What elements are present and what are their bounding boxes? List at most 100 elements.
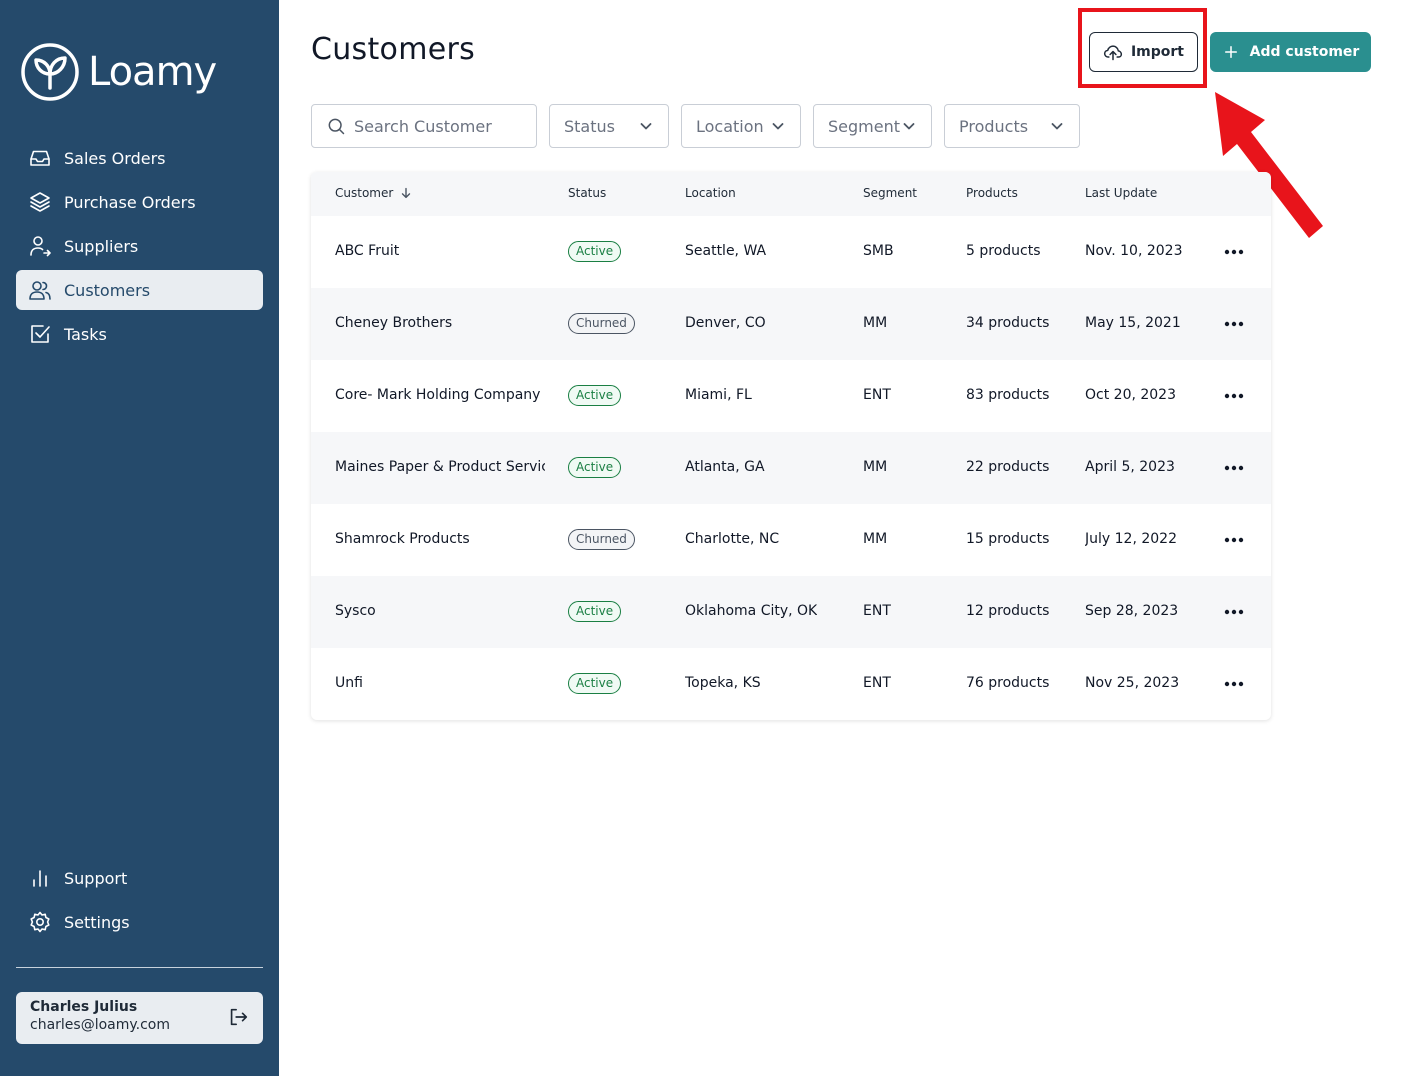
products-filter[interactable]: Products [944,104,1080,148]
table-row[interactable]: Maines Paper & Product Service Active Atla… [311,432,1271,504]
more-horizontal-icon [1224,393,1244,399]
logout-button[interactable] [227,1006,249,1028]
highlight-box [1078,8,1207,88]
table-row[interactable]: ABC Fruit Active Seattle, WA SMB 5 products N… [311,216,1271,288]
nav-label: Customers [64,280,151,300]
last-update-cell: Nov 25, 2023 [1085,675,1180,691]
location-filter-label: Location [696,116,764,136]
more-horizontal-icon [1224,321,1244,327]
logo[interactable]: Loamy [20,42,217,102]
last-update-cell: July 12, 2022 [1085,531,1177,547]
nav-label: Settings [64,912,130,932]
user-arrow-icon [28,234,52,258]
location-filter[interactable]: Location [681,104,801,148]
last-update-cell: Nov. 10, 2023 [1085,243,1183,259]
row-actions-button[interactable] [1222,240,1246,264]
customers-table: Customer Status Location Segment Product… [311,172,1271,720]
row-actions-button[interactable] [1222,312,1246,336]
products-cell: 83 products [966,387,1050,403]
status-filter[interactable]: Status [549,104,669,148]
row-actions-button[interactable] [1222,672,1246,696]
column-header-products[interactable]: Products [966,186,1018,200]
status-badge: Active [568,601,622,622]
status-badge: Churned [568,313,635,334]
column-header-last-update[interactable]: Last Update [1085,186,1157,200]
nav-item-support[interactable]: Support [16,858,263,898]
nav-item-tasks[interactable]: Tasks [16,314,263,354]
sidebar: Loamy Sales Orders Purchase Orders Suppl… [0,0,279,1076]
table-row[interactable]: Cheney Brothers Churned Denver, CO MM 34 pro… [311,288,1271,360]
column-header-location[interactable]: Location [685,186,736,200]
sort-arrow-down-icon [402,187,411,199]
products-cell: 22 products [966,459,1050,475]
add-customer-label: Add customer [1249,44,1360,60]
nav-label: Support [64,868,128,888]
segment-cell: ENT [863,387,891,403]
search-input[interactable] [354,116,524,136]
table-row[interactable]: Unfi Active Topeka, KS ENT 76 products Nov 25… [311,648,1271,720]
nav-item-purchase-orders[interactable]: Purchase Orders [16,182,263,222]
segment-filter[interactable]: Segment [813,104,932,148]
column-header-segment[interactable]: Segment [863,186,917,200]
logout-icon [230,1008,248,1026]
customer-name: Sysco [335,603,376,619]
chevron-down-icon [638,118,654,134]
inbox-icon [28,146,52,170]
location-cell: Seattle, WA [685,243,767,259]
row-actions-button[interactable] [1222,384,1246,408]
location-cell: Oklahoma City, OK [685,603,818,619]
status-badge: Active [568,241,622,262]
nav-label: Suppliers [64,236,139,256]
customer-name: Core- Mark Holding Company [335,387,541,403]
segment-cell: ENT [863,675,891,691]
nav-label: Purchase Orders [64,192,196,212]
products-cell: 76 products [966,675,1050,691]
more-horizontal-icon [1224,537,1244,543]
nav-item-settings[interactable]: Settings [16,902,263,942]
users-icon [28,278,52,302]
customer-name: Shamrock Products [335,531,470,547]
search-icon [326,116,346,136]
segment-cell: MM [863,459,888,475]
location-cell: Topeka, KS [685,675,761,691]
table-row[interactable]: Sysco Active Oklahoma City, OK ENT 12 produc… [311,576,1271,648]
nav-item-suppliers[interactable]: Suppliers [16,226,263,266]
table-row[interactable]: Core- Mark Holding Company Active Miami, F… [311,360,1271,432]
products-cell: 15 products [966,531,1050,547]
products-cell: 5 products [966,243,1041,259]
nav-label: Sales Orders [64,148,166,168]
bottom-nav: Support Settings [16,858,263,946]
segment-cell: ENT [863,603,891,619]
search-field[interactable] [311,104,537,148]
main-nav: Sales Orders Purchase Orders Suppliers C… [16,138,263,358]
sidebar-divider [16,967,263,968]
row-actions-button[interactable] [1222,600,1246,624]
status-badge: Active [568,457,622,478]
more-horizontal-icon [1224,681,1244,687]
more-horizontal-icon [1224,465,1244,471]
gear-icon [28,910,52,934]
add-customer-button[interactable]: Add customer [1210,32,1371,72]
nav-item-sales-orders[interactable]: Sales Orders [16,138,263,178]
row-actions-button[interactable] [1222,528,1246,552]
row-actions-button[interactable] [1222,456,1246,480]
products-filter-label: Products [959,116,1029,136]
last-update-cell: Oct 20, 2023 [1085,387,1176,403]
customer-name: ABC Fruit [335,243,400,259]
chevron-down-icon [770,118,786,134]
location-cell: Atlanta, GA [685,459,765,475]
products-cell: 34 products [966,315,1050,331]
status-badge: Active [568,673,622,694]
status-badge: Churned [568,529,635,550]
user-name: Charles Julius [30,999,138,1015]
nav-item-customers[interactable]: Customers [16,270,263,310]
more-horizontal-icon [1224,609,1244,615]
status-badge: Active [568,385,622,406]
column-header-status[interactable]: Status [568,186,606,200]
column-header-customer[interactable]: Customer [335,186,413,200]
location-cell: Denver, CO [685,315,766,331]
last-update-cell: April 5, 2023 [1085,459,1175,475]
nav-label: Tasks [64,324,107,344]
segment-filter-label: Segment [828,116,900,136]
table-row[interactable]: Shamrock Products Churned Charlotte, NC MM 1… [311,504,1271,576]
